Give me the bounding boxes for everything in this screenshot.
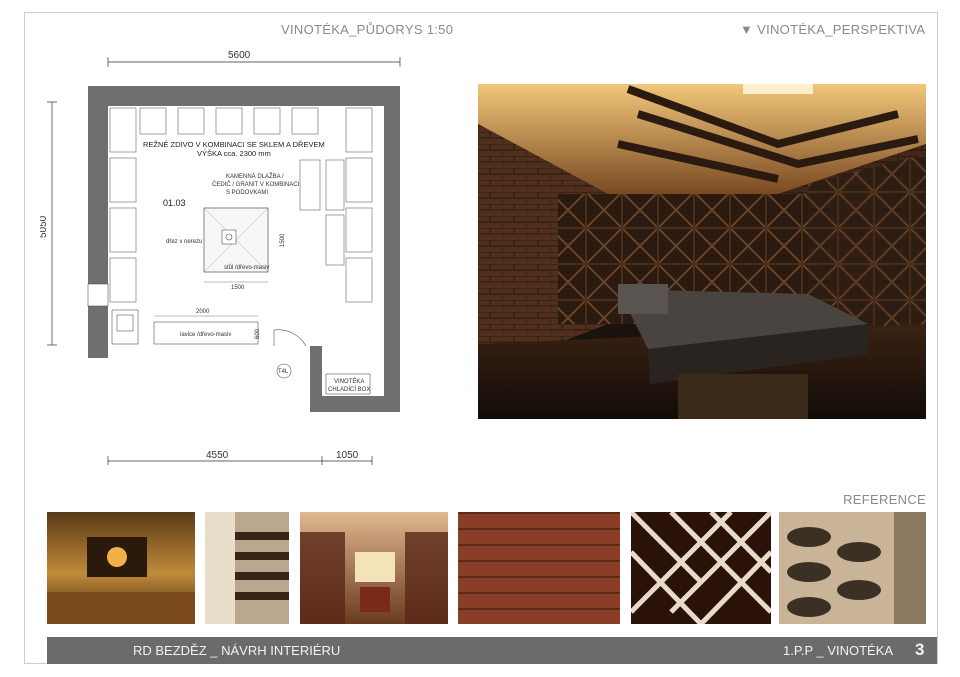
- reference-title: REFERENCE: [843, 492, 926, 507]
- triangle-marker-icon: ▼: [740, 22, 754, 37]
- dim-left: 5050: [40, 215, 49, 238]
- perspective-render: [478, 84, 926, 419]
- table-width: 1500: [231, 285, 245, 291]
- sink-label: dřez v nerezu: [166, 239, 202, 245]
- bench-depth: 600: [255, 328, 261, 339]
- dim-bottom-right: 1050: [336, 450, 359, 461]
- door-tag: T4L: [278, 369, 289, 375]
- reference-image-tavern: [47, 512, 195, 624]
- floor-plan: 5600 5050 4200 2100 4550 1050 REŽNÉ ZDIV…: [40, 50, 401, 465]
- reference-image-vaulted-cellar: [300, 512, 448, 624]
- room-number: 01.03: [163, 198, 186, 208]
- perspective-title: VINOTÉKA_PERSPEKTIVA: [757, 22, 926, 37]
- dim-top: 5600: [228, 50, 251, 61]
- floor-note-3: S PODOVKAMI: [226, 190, 268, 196]
- bench-label: lavice /dřevo-masiv: [180, 332, 231, 338]
- cooler-label-2: CHLADÍCÍ BOX: [328, 386, 370, 393]
- reference-image-stone-bins: [779, 512, 926, 624]
- cooler-label-1: VINOTÉKA: [334, 378, 364, 385]
- bench-width: 2000: [196, 309, 210, 315]
- floor-note-2: ČEDIČ / GRANIT V KOMBINACI: [212, 181, 300, 188]
- reference-image-diagonal-rack: [631, 512, 771, 624]
- footer-section: 1.P.P _ VINOTÉKA: [783, 643, 894, 658]
- footer-project: RD BEZDĚZ _ NÁVRH INTERIÉRU: [133, 643, 341, 658]
- plan-title: VINOTÉKA_PŮDORYS 1:50: [281, 22, 454, 37]
- wine-cellar-render-image: [478, 84, 926, 419]
- footer-bar: RD BEZDĚZ _ NÁVRH INTERIÉRU 1.P.P _ VINO…: [47, 637, 937, 664]
- wall-note-2: VÝŠKA cca. 2300 mm: [197, 149, 271, 158]
- table-depth: 1500: [280, 233, 286, 247]
- wall-note-1: REŽNÉ ZDIVO V KOMBINACI SE SKLEM A DŘEVE…: [143, 140, 325, 149]
- floor-note-1: KAMENNÁ DLAŽBA /: [226, 172, 284, 180]
- page-number: 3: [915, 640, 925, 659]
- dim-bottom-left: 4550: [206, 450, 229, 461]
- reference-image-brick-floor: [458, 512, 620, 624]
- reference-image-bottle-rack: [205, 512, 289, 624]
- table-label: stůl /dřevo-masiv: [224, 264, 269, 271]
- perspective-heading: ▼ VINOTÉKA_PERSPEKTIVA: [740, 22, 925, 37]
